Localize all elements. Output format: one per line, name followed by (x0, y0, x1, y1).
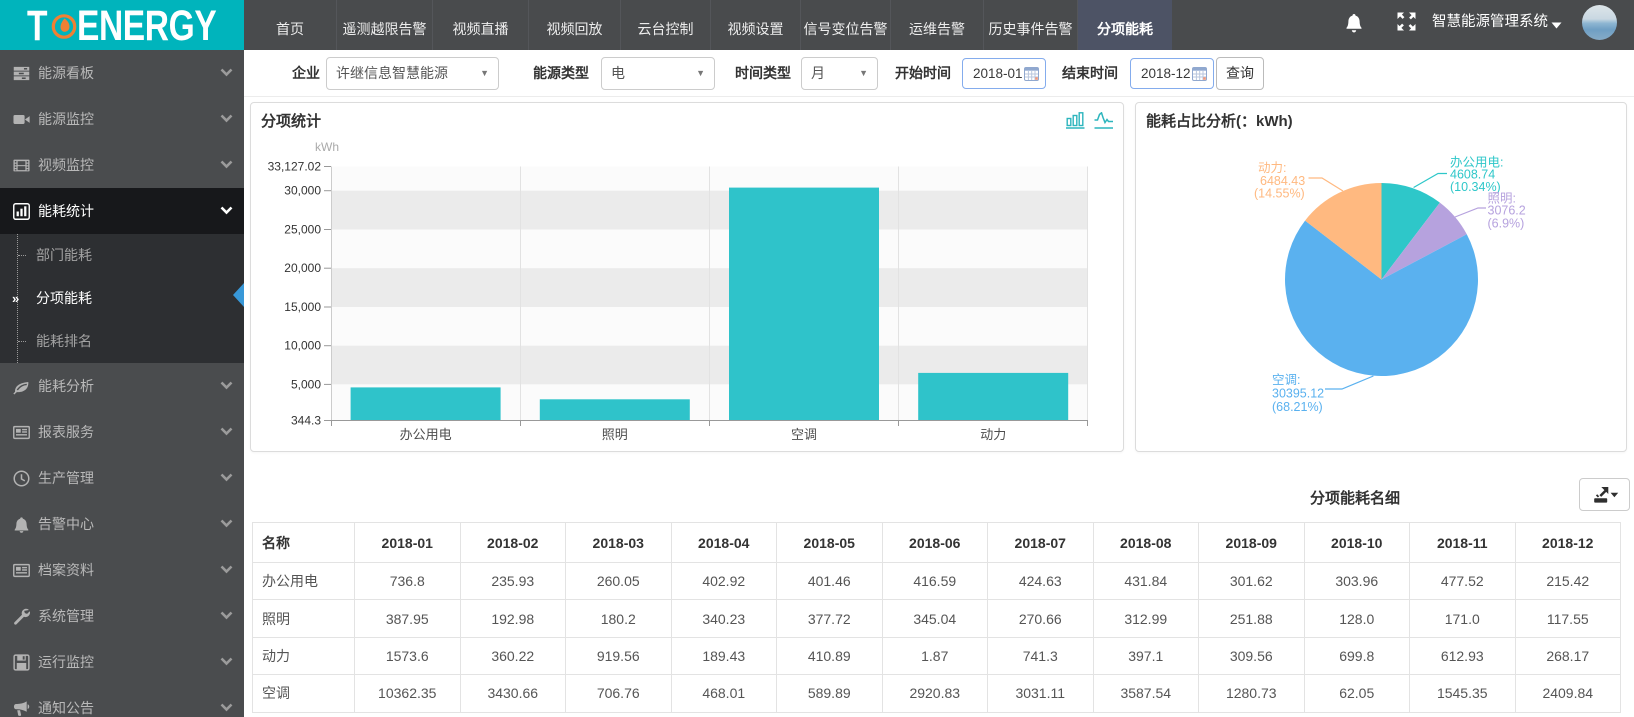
svg-text:空调: 空调 (791, 427, 817, 442)
svg-text:办公用电: 办公用电 (400, 427, 452, 442)
svg-text:空调:: 空调: (1272, 373, 1300, 387)
svg-text:(14.55%): (14.55%) (1254, 187, 1305, 201)
svg-text:照明: 照明 (602, 427, 628, 442)
svg-text:kWh: kWh (315, 140, 339, 154)
svg-text:动力:: 动力: (1258, 161, 1286, 175)
svg-text:30395.12: 30395.12 (1272, 387, 1324, 401)
svg-text:344.3: 344.3 (291, 414, 321, 428)
svg-text:20,000: 20,000 (284, 261, 321, 275)
svg-text:25,000: 25,000 (284, 223, 321, 237)
svg-text:(68.21%): (68.21%) (1272, 400, 1323, 414)
svg-text:33,127.02: 33,127.02 (268, 160, 322, 174)
svg-text:5,000: 5,000 (291, 377, 321, 391)
svg-text:动力: 动力 (980, 427, 1006, 442)
svg-text:15,000: 15,000 (284, 300, 321, 314)
svg-text:(6.9%): (6.9%) (1488, 217, 1525, 231)
svg-text:3076.2: 3076.2 (1488, 204, 1526, 218)
svg-text:10,000: 10,000 (284, 339, 321, 353)
svg-text:30,000: 30,000 (284, 184, 321, 198)
